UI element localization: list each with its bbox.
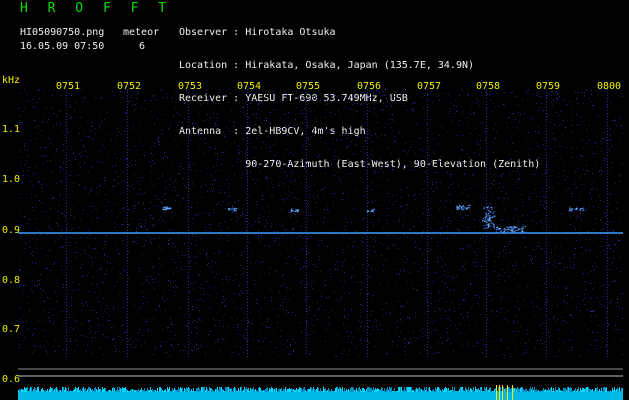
file-name: HI05090750.png [20, 27, 105, 38]
spectrogram-screen: H R O F F T HI05090750.png meteor 16.05.… [0, 0, 629, 400]
meteor-count: 6 [139, 41, 146, 52]
noise-band [18, 385, 623, 400]
observer-line: Observer : Hirotaka Otsuka [179, 27, 336, 38]
meteor-label: meteor [123, 27, 160, 38]
axis-ticks [66, 89, 608, 357]
spectrogram-plot [18, 89, 623, 400]
location-line: Location : Hirakata, Osaka, Japan (135.7… [179, 60, 475, 71]
noise-layer [18, 89, 623, 357]
spectrogram-canvas [18, 89, 623, 400]
date-time: 16.05.09 07:50 [20, 41, 105, 52]
app-title: H R O F F T [20, 1, 173, 16]
y-axis-unit: kHz [2, 75, 21, 86]
